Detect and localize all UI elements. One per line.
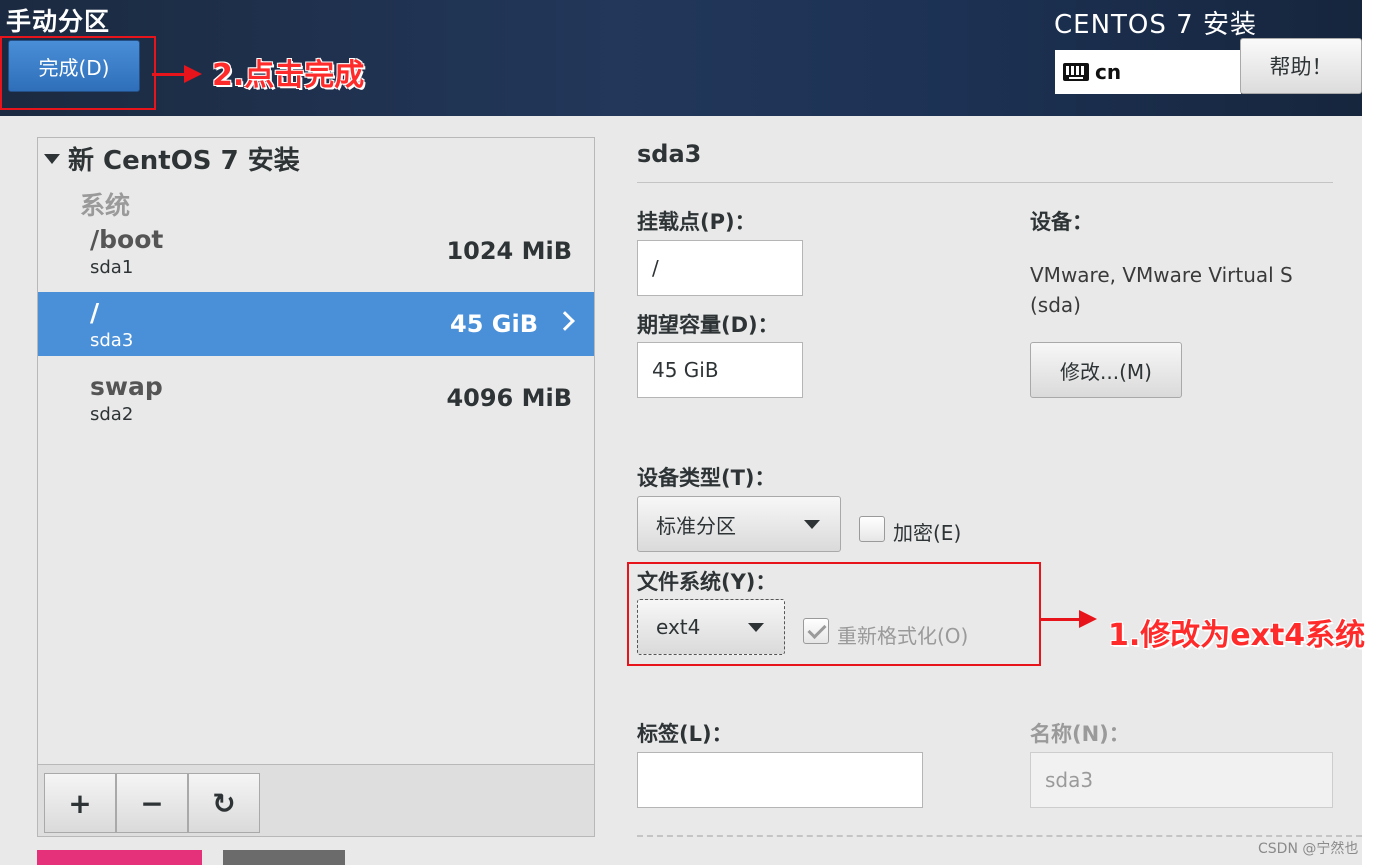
tag-label: 标签(L)： [637, 722, 733, 746]
name-label: 名称(N)： [1030, 722, 1130, 746]
capacity-input[interactable]: 45 GiB [637, 342, 803, 398]
device-label: 设备： [1030, 210, 1093, 234]
encrypt-checkbox[interactable] [859, 516, 885, 542]
partition-row-boot[interactable]: /boot sda1 1024 MiB [38, 219, 594, 283]
annotation-arrow-filesystem [1041, 610, 1097, 628]
keyboard-icon [1063, 63, 1089, 81]
annotation-step2: 2.点击完成 [212, 58, 365, 93]
device-type-value: 标准分区 [656, 513, 736, 538]
expander-down-icon [44, 153, 60, 164]
add-partition-button[interactable]: + [44, 773, 116, 833]
device-description: VMware, VMware Virtual S (sda) [1030, 260, 1293, 320]
partition-device: sda3 [90, 330, 134, 351]
section-label-system: 系统 [80, 191, 131, 220]
capacity-label: 期望容量(D)： [637, 313, 779, 337]
watermark: CSDN @宁然也 [1258, 841, 1359, 857]
help-button[interactable]: 帮助！ [1240, 38, 1362, 94]
storage-summary-strip [37, 850, 202, 865]
partition-size: 4096 MiB [446, 384, 572, 412]
divider [637, 835, 1362, 837]
annotation-step1: 1.修改为ext4系统 [1108, 618, 1366, 653]
partition-toolbar: + − ↻ [38, 764, 594, 836]
mount-point-label: 挂载点(P)： [637, 210, 756, 234]
annotation-arrow-done [152, 65, 202, 83]
header-bar: 手动分区 完成(D) 2.点击完成 CENTOS 7 安装 cn 帮助！ [0, 0, 1374, 116]
install-group-header[interactable]: 新 CentOS 7 安装 [44, 140, 300, 177]
device-id: (sda) [1030, 293, 1081, 317]
modify-button[interactable]: 修改...(M) [1030, 342, 1182, 398]
mount-point-input[interactable]: / [637, 240, 803, 296]
tag-input[interactable] [637, 752, 923, 808]
device-type-dropdown[interactable]: 标准分区 [637, 496, 841, 552]
partition-device: sda2 [90, 404, 134, 425]
chevron-right-icon [555, 311, 575, 331]
page-title: 手动分区 [6, 7, 111, 36]
encrypt-label: 加密(E) [893, 521, 962, 545]
partition-size: 1024 MiB [446, 237, 572, 265]
partition-row-swap[interactable]: swap sda2 4096 MiB [38, 366, 594, 430]
divider [637, 182, 1333, 183]
partition-list-panel: 新 CentOS 7 安装 系统 /boot sda1 1024 MiB / s… [37, 137, 595, 837]
annotation-highlight-done [0, 36, 156, 110]
partition-details-title: sda3 [637, 140, 702, 168]
partition-row-root[interactable]: / sda3 45 GiB [38, 292, 594, 356]
install-group-title: 新 CentOS 7 安装 [68, 146, 300, 176]
installer-title: CENTOS 7 安装 [1054, 10, 1257, 40]
partition-size: 45 GiB [450, 310, 538, 338]
dropdown-arrow-icon [804, 520, 820, 529]
window-edge [1362, 0, 1374, 865]
remove-partition-button[interactable]: − [116, 773, 188, 833]
partition-device: sda1 [90, 257, 134, 278]
refresh-button[interactable]: ↻ [188, 773, 260, 833]
partition-mount: swap [90, 372, 163, 401]
storage-summary-strip-secondary [223, 850, 345, 865]
device-name: VMware, VMware Virtual S [1030, 263, 1293, 287]
keyboard-layout-indicator[interactable]: cn [1055, 50, 1241, 94]
name-input: sda3 [1030, 752, 1333, 808]
annotation-highlight-filesystem [627, 562, 1041, 666]
partition-mount: / [90, 298, 100, 327]
partition-mount: /boot [90, 225, 164, 254]
device-type-label: 设备类型(T)： [637, 466, 776, 490]
keyboard-layout-label: cn [1095, 60, 1122, 84]
